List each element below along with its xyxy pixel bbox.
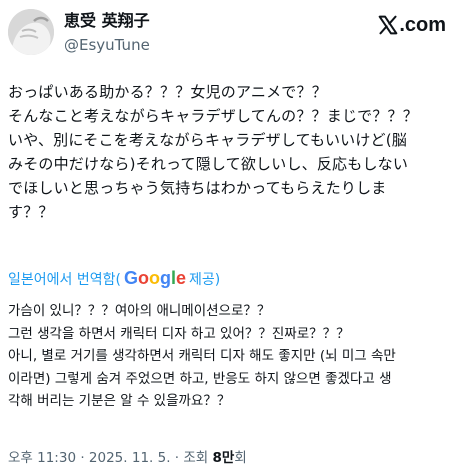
x-logo-text: .com xyxy=(399,14,446,36)
google-logo-text: Google xyxy=(124,268,186,289)
translation-suffix: 제공) xyxy=(189,271,221,288)
google-letter: g xyxy=(159,268,171,288)
avatar[interactable] xyxy=(8,9,54,55)
author-display-name[interactable]: 恵受 英翔子 xyxy=(64,11,150,31)
translated-line: 각해 버리는 기분은 알 수 있을까요？？ xyxy=(8,393,231,409)
translated-line: 아니, 별로 거기를 생각하면서 캐릭터 디자 해도 좋지만 (뇌 미그 속만 xyxy=(8,348,396,364)
translation-attribution[interactable]: 일본어에서 번역함( Google 제공) xyxy=(8,268,220,289)
translated-line: 이라면) 그렇게 숨겨 주었으면 하고, 반응도 하지 않으면 좋겠다고 생 xyxy=(8,370,392,387)
tweet-text: おっぱいある助かる？？？女児のアニメで？？ そんなこと考えながらキャラデザしてん… xyxy=(8,80,450,224)
avatar-hand-photo xyxy=(8,9,54,55)
x-logo-icon xyxy=(378,15,398,35)
view-count: 8만 xyxy=(212,450,235,466)
translated-line: 그런 생각을 하면서 캐릭터 디자 하고 있어？？진짜로？？？ xyxy=(8,325,350,342)
tweet-line: いや、別にそこを考えながらキャラデザしてもいいけど(脳 xyxy=(8,131,408,149)
tweet-line: みその中だけなら)それって隠して欲しいし、反応もしない xyxy=(8,155,409,173)
translated-line: 가슴이 있니？？？여아의 애니메이션으로？？ xyxy=(8,303,271,319)
x-com-logo: .com xyxy=(378,14,446,36)
google-letter: G xyxy=(123,268,138,288)
timestamp[interactable]: 오후 11:30 · 2025. 11. 5. · 조회 xyxy=(8,450,213,466)
google-letter: e xyxy=(175,268,186,288)
tweet-line: おっぱいある助かる？？？女児のアニメで？？ xyxy=(8,83,327,101)
view-count-suffix: 회 xyxy=(234,450,247,466)
author-handle[interactable]: @EsyuTune xyxy=(64,35,150,55)
google-letter: o xyxy=(148,268,160,288)
tweet-meta: 오후 11:30 · 2025. 11. 5. · 조회 8만회 xyxy=(8,446,247,466)
translation-prefix: 일본어에서 번역함( xyxy=(8,271,121,288)
tweet-header: 恵受 英翔子 @EsyuTune .com xyxy=(8,8,450,58)
tweet-line: でほしいと思っちゃう気持ちはわかってもらえたりしま xyxy=(8,179,387,197)
tweet-line: そんなこと考えながらキャラデザしてんの？？まじで？？？ xyxy=(8,107,418,125)
google-letter: o xyxy=(137,268,149,288)
tweet-line: す？？ xyxy=(8,203,54,221)
translated-text: 가슴이 있니？？？여아의 애니메이션으로？？ 그런 생각을 하면서 캐릭터 디자… xyxy=(8,300,450,413)
